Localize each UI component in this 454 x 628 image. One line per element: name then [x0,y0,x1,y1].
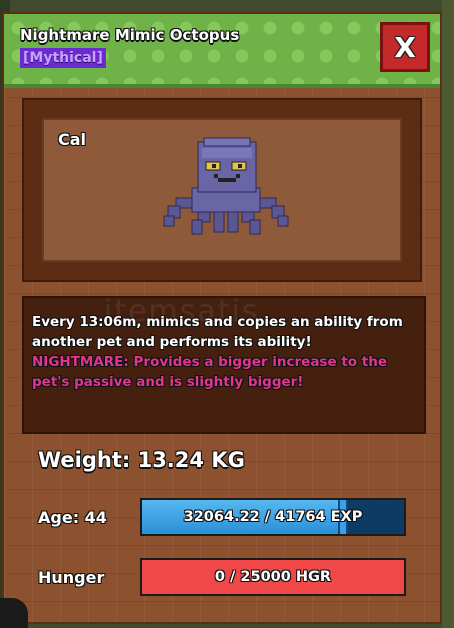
pet-display-inner: Cal [42,118,402,262]
hunger-progress-bar: 0 / 25000 HGR [140,558,406,596]
hunger-label: Hunger [38,568,105,587]
close-button[interactable]: X [380,22,430,72]
close-icon: X [394,30,416,64]
window-header: Nightmare Mimic Octopus [Mythical] X [4,14,440,88]
octopus-pet-image [163,137,289,235]
ability-description: Every 13:06m, mimics and copies an abili… [32,314,403,350]
age-label: Age: 44 [38,508,107,527]
description-text: Every 13:06m, mimics and copies an abili… [32,312,416,392]
pet-display-panel: Cal [22,98,422,282]
exp-progress-text: 32064.22 / 41764 EXP [183,509,363,525]
description-panel: itemsatis Every 13:06m, mimics and copie… [22,294,426,434]
corner-shadow [0,598,28,628]
weight-stat: Weight: 13.24 KG [38,448,245,472]
hunger-progress-text: 0 / 25000 HGR [214,569,332,585]
pet-nickname: Cal [58,130,87,149]
mutation-label: NIGHTMARE: [32,354,129,370]
rarity-badge: [Mythical] [20,48,106,68]
exp-progress-bar: 32064.22 / 41764 EXP [140,498,406,536]
pet-info-window: Nightmare Mimic Octopus [Mythical] X Cal [2,12,442,624]
background-right [442,0,454,628]
pet-title: Nightmare Mimic Octopus [20,26,240,44]
